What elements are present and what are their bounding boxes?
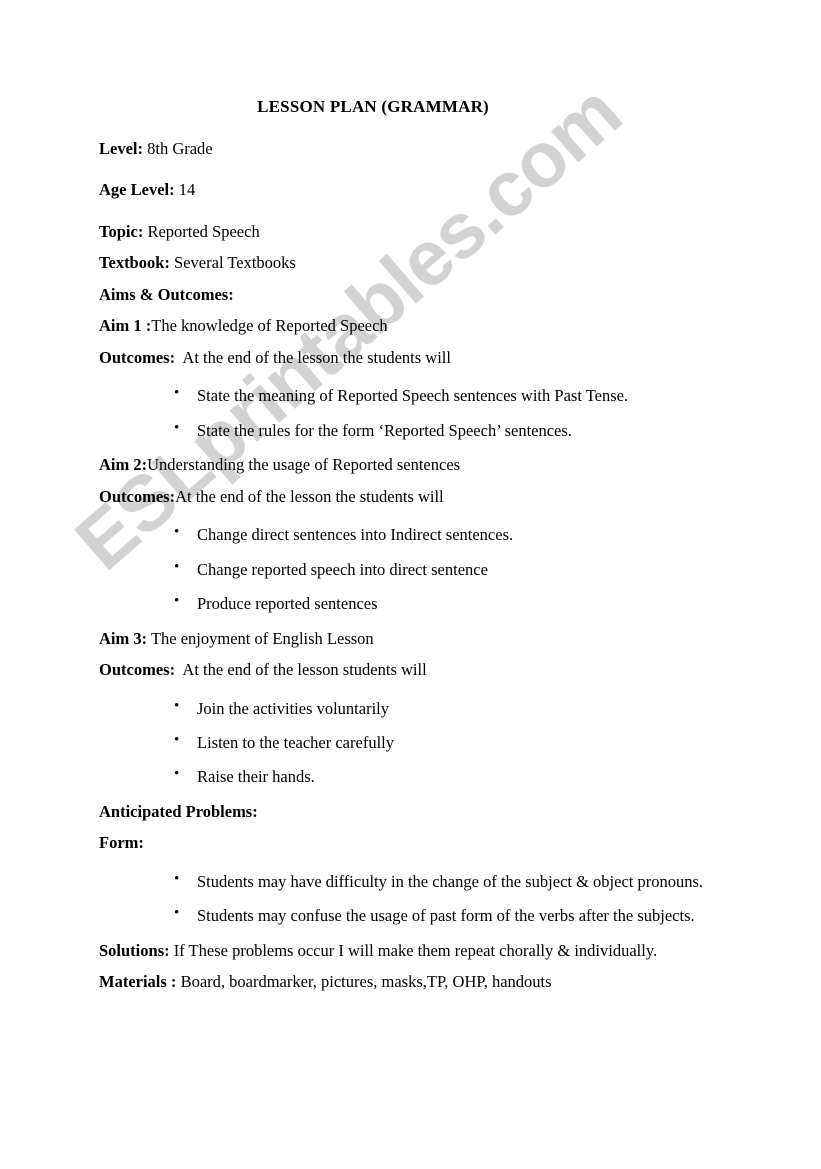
field-solutions: Solutions: If These problems occur I wil…	[99, 941, 781, 960]
aim-3-outcomes-line: Outcomes: At the end of the lesson stude…	[99, 660, 781, 679]
field-topic-value: Reported Speech	[143, 221, 260, 241]
field-textbook-label: Textbook:	[99, 253, 170, 273]
aim-1-outcomes-text: At the end of the lesson the students wi…	[175, 347, 451, 367]
field-age-level-value: 14	[174, 180, 196, 200]
aim-2-label: Aim 2:	[99, 455, 148, 475]
list-item: Students may confuse the usage of past f…	[99, 905, 781, 925]
aim-3-label: Aim 3:	[99, 628, 148, 648]
aim-1-label: Aim 1 :	[99, 316, 152, 336]
aim-1-outcomes-line: Outcomes: At the end of the lesson the s…	[99, 348, 781, 367]
field-materials-value: Board, boardmarker, pictures, masks,TP, …	[176, 972, 552, 992]
list-item: Listen to the teacher carefully	[99, 732, 781, 752]
form-heading: Form:	[99, 833, 144, 853]
field-age-level: Age Level: 14	[99, 180, 781, 199]
aim-3-outcomes-text: At the end of the lesson students will	[175, 660, 427, 680]
aims-heading: Aims & Outcomes:	[99, 284, 234, 304]
document-content: LESSON PLAN (GRAMMAR) Level: 8th Grade A…	[0, 0, 821, 992]
aim-2-text: Understanding the usage of Reported sent…	[147, 455, 461, 475]
field-topic-label: Topic:	[99, 221, 144, 241]
aim-2-outcomes-line: Outcomes:At the end of the lesson the st…	[99, 487, 781, 506]
list-item: Raise their hands.	[99, 766, 781, 786]
aim-1-line: Aim 1 :The knowledge of Reported Speech	[99, 316, 781, 335]
page-title: LESSON PLAN (GRAMMAR)	[257, 97, 489, 116]
field-solutions-label: Solutions:	[99, 940, 170, 960]
field-level-label: Level:	[99, 139, 143, 158]
aim-2-outcome-bullets: Change direct sentences into Indirect se…	[99, 524, 781, 613]
field-solutions-value: If These problems occur I will make them…	[169, 940, 658, 960]
document-body: Level: 8th Grade Age Level: 14 Topic: Re…	[0, 139, 821, 992]
field-level: Level: 8th Grade	[99, 139, 781, 158]
aim-3-line: Aim 3: The enjoyment of English Lesson	[99, 629, 781, 648]
list-item: Produce reported sentences	[99, 593, 781, 613]
document-page: ESLprintables.com LESSON PLAN (GRAMMAR) …	[0, 0, 821, 1169]
list-item: State the meaning of Reported Speech sen…	[99, 385, 781, 405]
aim-1-outcome-bullets: State the meaning of Reported Speech sen…	[99, 385, 781, 440]
aim-2-outcomes-text: At the end of the lesson the students wi…	[175, 486, 444, 506]
list-item: Students may have difficulty in the chan…	[99, 871, 781, 891]
anticipated-problems-heading: Anticipated Problems:	[99, 801, 258, 821]
field-level-value: 8th Grade	[142, 139, 213, 158]
aim-2-outcomes-label: Outcomes:	[99, 486, 176, 506]
aim-3-outcomes-label: Outcomes:	[99, 660, 176, 680]
aim-3-text: The enjoyment of English Lesson	[147, 628, 374, 648]
list-item: Join the activities voluntarily	[99, 697, 781, 718]
field-materials-label: Materials :	[99, 972, 177, 992]
field-materials: Materials : Board, boardmarker, pictures…	[99, 972, 781, 991]
field-textbook-value: Several Textbooks	[169, 253, 296, 273]
field-topic: Topic: Reported Speech	[99, 222, 781, 241]
field-textbook: Textbook: Several Textbooks	[99, 253, 781, 272]
form-problem-bullets: Students may have difficulty in the chan…	[99, 871, 781, 926]
aim-1-text: The knowledge of Reported Speech	[151, 316, 388, 336]
list-item: Change direct sentences into Indirect se…	[99, 524, 781, 544]
aim-3-outcome-bullets: Join the activities voluntarily Listen t…	[99, 697, 781, 787]
aim-1-outcomes-label: Outcomes:	[99, 347, 176, 367]
aim-2-line: Aim 2:Understanding the usage of Reporte…	[99, 455, 781, 474]
list-item: Change reported speech into direct sente…	[99, 559, 781, 579]
list-item: State the rules for the form ‘Reported S…	[99, 420, 781, 440]
field-age-level-label: Age Level:	[99, 180, 175, 200]
